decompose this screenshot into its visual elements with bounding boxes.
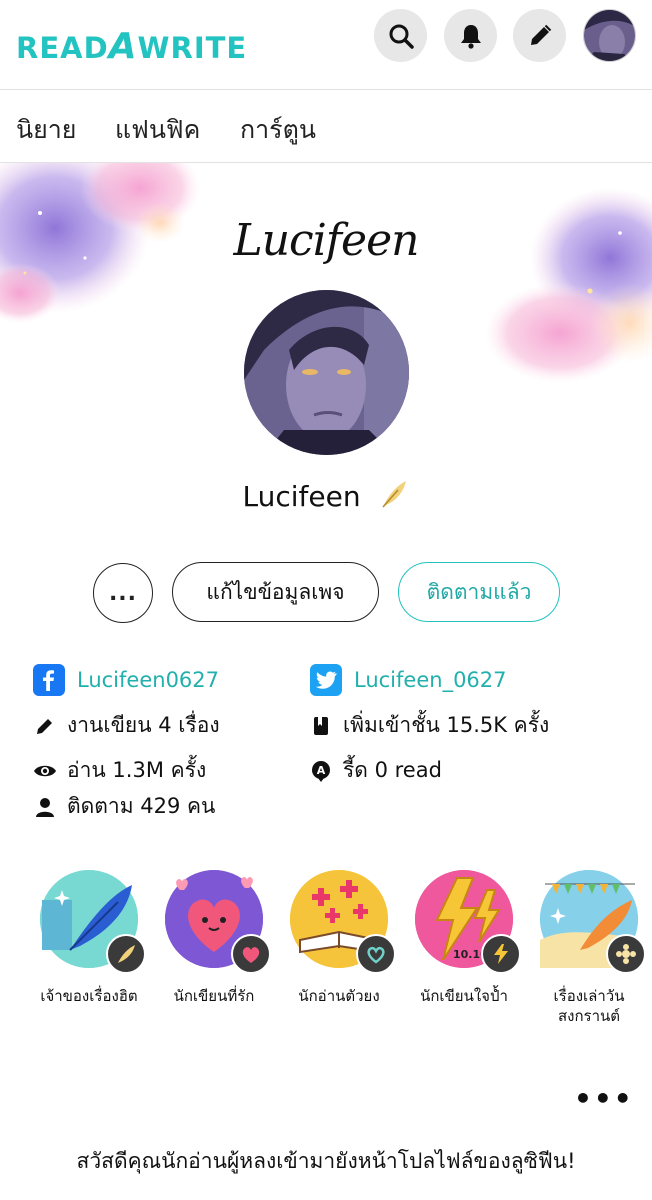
badge-songkran-story[interactable]: เรื่องเล่าวัน สงกรานต์	[524, 870, 652, 1026]
profile-avatar	[244, 290, 409, 455]
top-bar: READAWRITE	[0, 0, 652, 90]
followers-count: ติดตาม 429 คน	[67, 794, 216, 818]
twitter-handle[interactable]: Lucifeen_0627	[354, 668, 507, 692]
readi-stat: A รี้ด 0 read	[307, 754, 442, 787]
twitter-icon	[310, 664, 342, 696]
search-button[interactable]	[374, 9, 427, 62]
badge-beloved-writer[interactable]: นักเขียนที่รัก	[149, 870, 279, 1006]
search-icon	[389, 24, 414, 49]
readi-count: รี้ด 0 read	[343, 758, 442, 782]
more-options-button[interactable]: ...	[93, 563, 153, 623]
badge-label: เรื่องเล่าวัน สงกรานต์	[553, 987, 625, 1025]
profile-name: Lucifeen	[0, 478, 652, 513]
eye-icon	[31, 757, 59, 785]
more-menu-button[interactable]: •••	[574, 1082, 634, 1115]
quill-icon	[106, 934, 146, 974]
edit-page-button[interactable]: แก้ไขข้อมูลเพจ	[172, 562, 379, 622]
facebook-link[interactable]: Lucifeen0627	[33, 664, 219, 696]
followers-stat: ติดตาม 429 คน	[31, 790, 215, 823]
twitter-link[interactable]: Lucifeen_0627	[310, 664, 507, 696]
reads-stat: อ่าน 1.3M ครั้ง	[31, 754, 206, 787]
works-count: งานเขียน 4 เรื่อง	[67, 713, 220, 737]
badges-row: เจ้าของเรื่องฮิต นักเขียนที่รัก นักอ่านต…	[0, 870, 652, 1040]
person-icon	[31, 793, 59, 821]
profile-name-text: Lucifeen	[242, 480, 361, 513]
readawrite-logo[interactable]: READAWRITE	[16, 22, 247, 73]
songkran-icon	[606, 934, 646, 974]
tab-fanfic[interactable]: แฟนฟิค	[115, 110, 200, 150]
tab-cartoon[interactable]: การ์ตูน	[240, 110, 316, 150]
badge-label: นักอ่านตัวยง	[298, 987, 380, 1005]
feather-badge-icon	[381, 481, 406, 508]
readi-icon: A	[307, 757, 335, 785]
profile-avatar-small[interactable]	[583, 9, 636, 62]
badge-hit-owner[interactable]: เจ้าของเรื่องฮิต	[24, 870, 154, 1006]
bell-icon	[460, 24, 481, 49]
badge-label: นักเขียนที่รัก	[173, 987, 255, 1005]
tab-novel[interactable]: นิยาย	[16, 110, 76, 150]
signature-text: Lucifeen	[233, 215, 420, 266]
following-button[interactable]: ติดตามแล้ว	[398, 562, 560, 622]
shelf-stat: เพิ่มเข้าชั้น 15.5K ครั้ง	[307, 709, 549, 742]
write-button[interactable]	[513, 9, 566, 62]
works-stat: งานเขียน 4 เรื่อง	[31, 709, 220, 742]
svg-text:A: A	[317, 764, 326, 777]
badge-label: เจ้าของเรื่องฮิต	[40, 987, 138, 1005]
profile-greeting: สวัสดีคุณนักอ่านผู้หลงเข้ามายังหน้าโปลไฟ…	[76, 1149, 576, 1173]
badge-label: นักเขียนใจป้ำ	[420, 987, 508, 1005]
heart-icon	[231, 934, 271, 974]
reads-count: อ่าน 1.3M ครั้ง	[67, 758, 207, 782]
pencil-icon	[31, 712, 59, 740]
shelf-count: เพิ่มเข้าชั้น 15.5K ครั้ง	[343, 713, 550, 737]
pencil-icon	[530, 24, 551, 45]
facebook-handle[interactable]: Lucifeen0627	[77, 668, 219, 692]
category-tabs: นิยาย แฟนฟิค การ์ตูน	[0, 90, 652, 163]
book-icon	[356, 934, 396, 974]
facebook-icon	[33, 664, 65, 696]
notification-button[interactable]	[444, 9, 497, 62]
bookmark-book-icon	[307, 712, 335, 740]
lightning-icon	[481, 934, 521, 974]
badge-generous-writer[interactable]: 10.10 นักเขียนใจป้ำ	[399, 870, 529, 1006]
badge-avid-reader[interactable]: นักอ่านตัวยง	[274, 870, 404, 1006]
